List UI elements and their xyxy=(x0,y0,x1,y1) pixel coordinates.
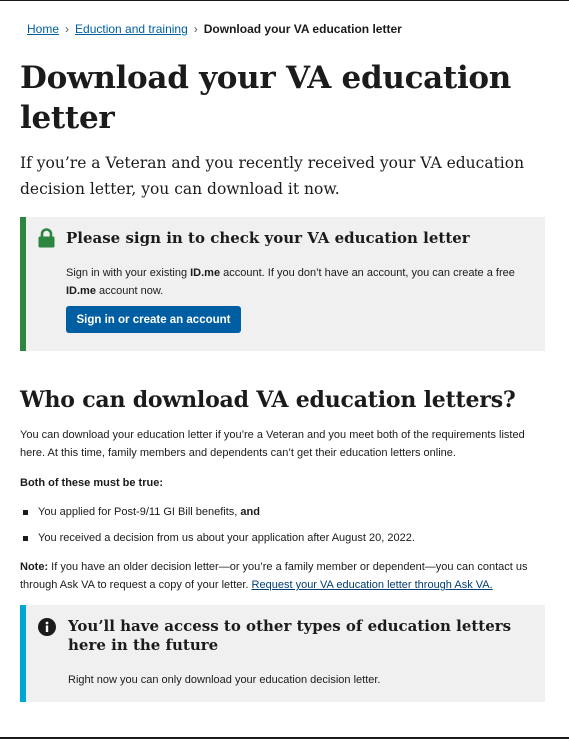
info-alert-body: Right now you can only download your edu… xyxy=(68,674,381,686)
breadcrumb-education-link[interactable]: Eduction and training xyxy=(75,22,188,36)
signin-alert-body: Sign in with your existing ID.me account… xyxy=(66,264,536,300)
list-item: You applied for Post-9/11 GI Bill benefi… xyxy=(20,503,550,521)
info-alert-title: You’ll have access to other types of edu… xyxy=(68,617,512,654)
idme-label: ID.me xyxy=(66,285,96,297)
requirements-list: You applied for Post-9/11 GI Bill benefi… xyxy=(20,503,550,555)
breadcrumb-home-link[interactable]: Home xyxy=(27,22,59,36)
signin-text: Sign in with your existing xyxy=(66,267,191,279)
page-title: Download your VA education letter xyxy=(20,60,512,136)
list-item-bold: and xyxy=(240,506,260,518)
ask-va-link[interactable]: Request your VA education letter through… xyxy=(252,579,493,591)
list-item-text: You applied for Post-9/11 GI Bill benefi… xyxy=(38,506,241,518)
lock-icon xyxy=(38,228,55,253)
note-paragraph: Note: If you have an older decision lett… xyxy=(20,558,550,594)
top-border xyxy=(0,0,569,1)
signin-text: account now. xyxy=(95,285,164,297)
breadcrumb: Home › Eduction and training › Download … xyxy=(27,22,402,36)
requirements-heading: Both of these must be true: xyxy=(20,474,550,492)
info-alert: You’ll have access to other types of edu… xyxy=(20,605,545,702)
info-circle-icon xyxy=(38,618,56,641)
signin-alert-title: Please sign in to check your VA educatio… xyxy=(66,229,470,247)
signin-button[interactable]: Sign in or create an account xyxy=(66,306,241,333)
signin-text: account. If you don’t have an account, y… xyxy=(220,267,515,279)
intro-paragraph: You can download your education letter i… xyxy=(20,429,525,459)
list-item-text: You received a decision from us about yo… xyxy=(38,532,415,544)
idme-label: ID.me xyxy=(190,267,221,279)
list-item: You received a decision from us about yo… xyxy=(20,529,550,547)
section-heading: Who can download VA education letters? xyxy=(20,387,516,413)
lead-paragraph: If you’re a Veteran and you recently rec… xyxy=(20,154,525,198)
breadcrumb-separator: › xyxy=(65,22,70,36)
requirements-heading-text: Both of these must be true: xyxy=(20,477,164,489)
breadcrumb-separator: › xyxy=(193,22,198,36)
signin-alert: Please sign in to check your VA educatio… xyxy=(20,217,545,351)
breadcrumb-current: Download your VA education letter xyxy=(203,22,402,36)
note-label: Note: xyxy=(20,561,49,573)
